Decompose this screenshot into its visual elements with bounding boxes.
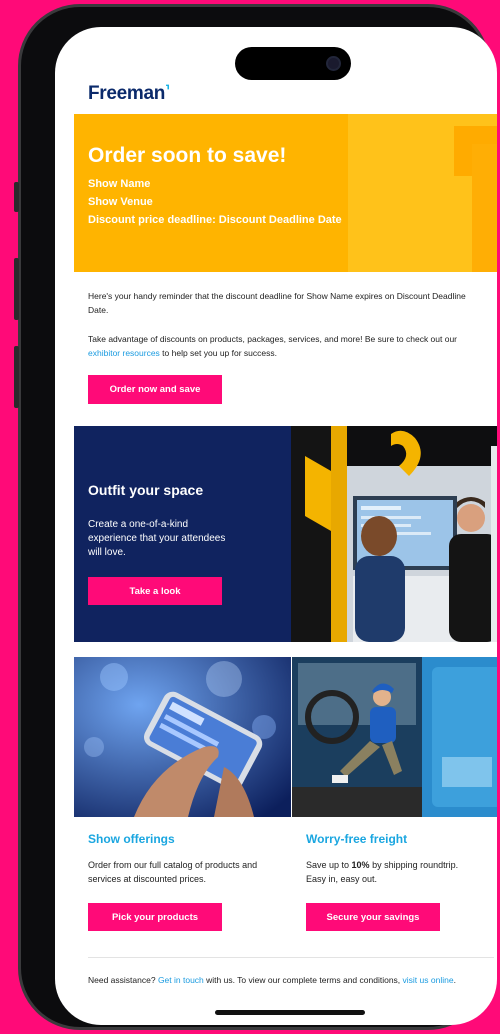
phone-hand-illustration xyxy=(74,657,291,817)
mute-switch xyxy=(14,182,19,212)
booth-photo xyxy=(291,426,497,642)
outfit-title: Outfit your space xyxy=(88,482,204,498)
footer-text-1: Need assistance? xyxy=(88,975,158,985)
discount-deadline: Discount price deadline: Discount Deadli… xyxy=(88,214,342,226)
footer-divider xyxy=(88,957,494,958)
truck-driver-photo xyxy=(292,657,497,817)
show-offerings-title: Show offerings xyxy=(88,832,175,846)
booth-illustration xyxy=(291,426,497,642)
secure-savings-button[interactable]: Secure your savings xyxy=(306,903,440,931)
order-now-button[interactable]: Order now and save xyxy=(88,375,222,404)
exhibitor-resources-link[interactable]: exhibitor resources xyxy=(88,348,160,358)
freight-text: Save up to xyxy=(306,860,352,870)
hero-banner: Order soon to save! Show Name Show Venue… xyxy=(74,114,497,272)
phone-frame: Freeman⸣ Order soon to save! Show Name S… xyxy=(18,4,497,1030)
show-name: Show Name xyxy=(88,178,151,190)
reminder-paragraph: Here's your handy reminder that the disc… xyxy=(88,291,466,315)
take-a-look-button[interactable]: Take a look xyxy=(88,577,222,605)
discounts-text-end: to help set you up for success. xyxy=(159,348,277,358)
volume-down-button xyxy=(14,346,19,408)
logo-text: Freeman xyxy=(88,83,166,104)
freight-title: Worry-free freight xyxy=(306,832,408,846)
pick-products-button[interactable]: Pick your products xyxy=(88,903,222,931)
truck-illustration xyxy=(292,657,497,817)
volume-up-button xyxy=(14,258,19,320)
hero-title: Order soon to save! xyxy=(88,144,287,167)
home-indicator xyxy=(215,1010,365,1015)
outfit-section: Outfit your space Create a one-of-a-kind… xyxy=(74,426,497,642)
freight-discount: 10% xyxy=(351,860,370,870)
outfit-panel: Outfit your space Create a one-of-a-kind… xyxy=(74,426,291,642)
footer-text-3: . xyxy=(453,975,456,985)
visit-online-link[interactable]: visit us online xyxy=(403,975,454,985)
footer-text-2: with us. To view our complete terms and … xyxy=(203,975,403,985)
show-venue: Show Venue xyxy=(88,196,153,208)
freight-description: Save up to 10% by shipping roundtrip. Ea… xyxy=(306,858,476,886)
get-in-touch-link[interactable]: Get in touch xyxy=(158,975,204,985)
outfit-description: Create a one-of-a-kind experience that y… xyxy=(88,519,226,558)
phone-screen: Freeman⸣ Order soon to save! Show Name S… xyxy=(55,27,497,1025)
freeman-logo[interactable]: Freeman⸣ xyxy=(88,83,170,105)
hero-decor-block xyxy=(472,144,497,272)
discounts-text: Take advantage of discounts on products,… xyxy=(88,334,458,344)
show-offerings-description: Order from our full catalog of products … xyxy=(88,860,258,884)
phone-in-hand-photo xyxy=(74,657,291,817)
logo-mark-icon: ⸣ xyxy=(165,83,170,97)
dynamic-island xyxy=(235,47,351,80)
camera-icon xyxy=(326,56,341,71)
discounts-paragraph: Take advantage of discounts on products,… xyxy=(88,332,488,360)
hero-details: Show Name Show Venue Discount price dead… xyxy=(88,175,343,229)
feature-photos xyxy=(74,657,497,817)
footer-text: Need assistance? Get in touch with us. T… xyxy=(88,973,488,987)
